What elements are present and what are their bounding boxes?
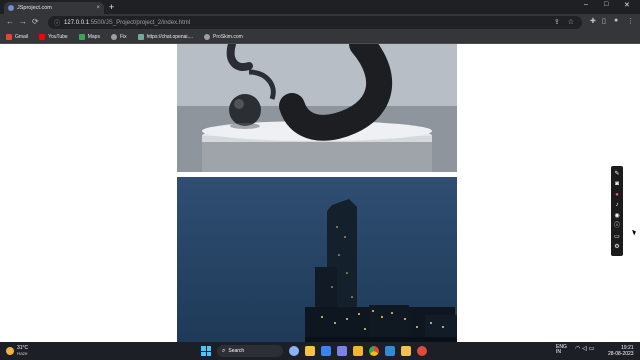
bookmark-chatgpt[interactable]: https://chat.openai.... [137, 34, 194, 40]
address-bar[interactable]: ⓘ 127.0.0.1:5500/JS_Project/project_2/in… [48, 16, 582, 29]
bookmark-label: https://chat.openai.... [146, 34, 194, 40]
bookmark-star-icon[interactable]: ☆ [568, 18, 574, 26]
store-icon[interactable] [321, 346, 331, 356]
tab-close-icon[interactable]: × [96, 5, 100, 11]
search-label: Search [228, 348, 245, 354]
weather-text: 31°C Haze [17, 345, 28, 356]
folder-icon[interactable] [353, 346, 363, 356]
windows-start-icon[interactable] [201, 346, 211, 356]
file-explorer-icon[interactable] [401, 346, 411, 356]
weather-widget[interactable]: 31°C Haze [6, 345, 28, 356]
url-path: :5500/JS_Project/project_2/index.html [89, 19, 191, 26]
image-city-skyscraper-night [177, 177, 457, 342]
bookmark-proskim[interactable]: ProSkim.com [204, 34, 243, 40]
task-view-icon[interactable] [305, 346, 315, 356]
camera-icon[interactable]: ◙ [615, 181, 619, 188]
browser-toolbar: ← → ⟳ ⓘ 127.0.0.1:5500/JS_Project/projec… [0, 14, 640, 31]
language-indicator[interactable]: ENG IN [556, 345, 567, 355]
windows-taskbar: 31°C Haze ⌕ Search ENG IN ◠◁▭ 19:21 28-0… [0, 342, 640, 360]
bookmarks-bar: Gmail YouTube Maps Fix https://chat.open… [0, 31, 640, 44]
image-3d-ring-sculpture [177, 44, 457, 172]
bookmark-youtube[interactable]: YouTube [39, 34, 68, 40]
tab-strip: JSproject.com × + – □ ✕ [0, 0, 640, 14]
youtube-icon [39, 34, 46, 40]
info-icon[interactable]: ⓘ [614, 223, 620, 230]
sculpture-illustration [177, 44, 457, 172]
vscode-icon[interactable] [385, 346, 395, 356]
minimize-button[interactable]: – [584, 1, 588, 8]
bookmark-gmail[interactable]: Gmail [6, 34, 28, 40]
bookmark-label: YouTube [48, 34, 68, 40]
volume-icon[interactable]: ◁ [582, 346, 589, 352]
pencil-icon[interactable]: ✎ [614, 171, 619, 178]
bookmark-label: Maps [87, 34, 100, 40]
menu-icon[interactable]: ⋮ [627, 17, 634, 25]
clock-date: 28-08-2023 [608, 351, 634, 357]
page-viewport [0, 44, 640, 342]
recorder-icon[interactable] [417, 346, 427, 356]
favicon-icon [8, 5, 14, 11]
settings-icon[interactable]: ⚙ [614, 244, 619, 251]
bookmark-label: Gmail [15, 34, 29, 40]
chrome-icon[interactable] [369, 346, 379, 356]
taskbar-apps: ⌕ Search [201, 345, 427, 357]
tab-title: JSproject.com [17, 5, 52, 11]
close-window-button[interactable]: ✕ [624, 1, 630, 9]
lang-line2: IN [556, 349, 561, 355]
screen-icon[interactable]: ▭ [614, 234, 620, 241]
weather-desc: Haze [17, 351, 28, 356]
extensions-icon[interactable]: ✚ [590, 17, 596, 25]
bookmark-label: ProSkim.com [213, 34, 243, 40]
maps-icon [78, 34, 85, 40]
taskbar-search[interactable]: ⌕ Search [217, 345, 283, 357]
microphone-icon[interactable]: ♪ [616, 202, 619, 209]
globe-icon [110, 34, 117, 40]
forward-button[interactable]: → [19, 17, 27, 27]
tray-icons[interactable]: ◠◁▭ [575, 345, 597, 352]
city-illustration [177, 177, 457, 342]
record-icon[interactable]: ● [615, 192, 619, 199]
weather-sun-icon [6, 346, 14, 355]
browser-tab[interactable]: JSproject.com × [4, 2, 104, 14]
maximize-button[interactable]: □ [604, 1, 608, 8]
url-text: 127.0.0.1:5500/JS_Project/project_2/inde… [64, 20, 190, 26]
webcam-icon[interactable]: ◉ [614, 213, 619, 220]
recorder-side-toolbar: ✎ ◙ ● ♪ ◉ ⓘ ▭ ⚙ [611, 166, 623, 256]
system-clock[interactable]: 19:21 28-08-2023 [608, 345, 634, 357]
omnibox-actions: ⇪ ☆ [554, 18, 574, 26]
reload-button[interactable]: ⟳ [32, 17, 39, 27]
chat-icon[interactable] [337, 346, 347, 356]
new-tab-button[interactable]: + [109, 2, 114, 12]
gmail-icon [6, 34, 12, 40]
search-icon: ⌕ [222, 347, 226, 354]
share-icon[interactable]: ⇪ [554, 18, 560, 26]
bookmark-maps[interactable]: Maps [78, 34, 100, 40]
globe-icon [204, 34, 211, 40]
bookmark-label: Fix [119, 34, 127, 40]
profile-icon[interactable]: ● [614, 17, 618, 24]
url-host: 127.0.0.1 [64, 19, 90, 26]
chatgpt-icon [137, 34, 144, 40]
sidepanel-icon[interactable]: ▯ [602, 17, 606, 25]
battery-icon[interactable]: ▭ [589, 346, 597, 352]
back-button[interactable]: ← [6, 17, 14, 27]
info-icon[interactable]: ⓘ [54, 18, 60, 27]
widgets-icon[interactable] [289, 346, 299, 356]
bookmark-fix[interactable]: Fix [110, 34, 127, 40]
